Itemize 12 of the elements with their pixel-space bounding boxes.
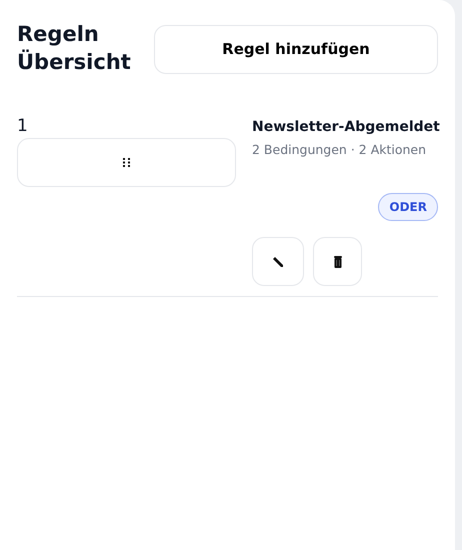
edit-button[interactable] bbox=[252, 237, 304, 286]
logic-badge: ODER bbox=[378, 193, 438, 221]
rule-name: Newsletter-Abgemeldet bbox=[252, 118, 438, 137]
page-title: Regeln Übersicht bbox=[17, 21, 132, 76]
pencil-icon bbox=[272, 256, 284, 268]
add-rule-button[interactable]: Regel hinzufügen bbox=[154, 25, 438, 74]
rule-number: 1 bbox=[17, 116, 29, 136]
drag-handle-icon bbox=[123, 158, 130, 167]
drag-handle[interactable] bbox=[17, 138, 236, 187]
trash-icon bbox=[334, 256, 342, 268]
rule-summary: 2 Bedingungen · 2 Aktionen bbox=[252, 141, 428, 159]
delete-button[interactable] bbox=[313, 237, 362, 286]
